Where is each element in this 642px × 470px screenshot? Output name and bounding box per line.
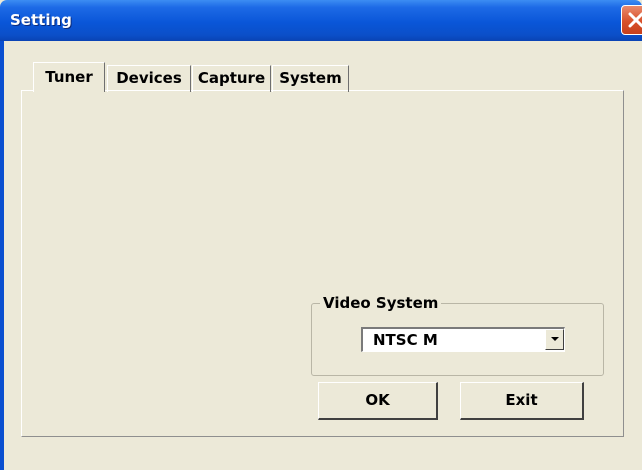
ok-button[interactable]: OK: [318, 382, 438, 420]
chevron-down-icon: [551, 337, 559, 341]
video-system-label: Video System: [320, 294, 442, 312]
title-bar[interactable]: Setting: [0, 0, 642, 41]
video-system-select[interactable]: NTSC M: [361, 327, 565, 352]
video-system-value: NTSC M: [373, 331, 438, 349]
tab-capture[interactable]: Capture: [192, 65, 271, 92]
tab-devices[interactable]: Devices: [107, 65, 191, 92]
close-button[interactable]: [621, 5, 642, 35]
exit-button[interactable]: Exit: [460, 382, 584, 420]
window-frame-left: [0, 41, 4, 470]
tab-system[interactable]: System: [272, 65, 349, 92]
window-title: Setting: [10, 11, 72, 29]
dropdown-button[interactable]: [545, 329, 564, 350]
close-icon: [628, 12, 642, 28]
tab-tuner[interactable]: Tuner: [33, 62, 105, 92]
setting-dialog: Setting Tuner Devices Capture System Vid…: [0, 0, 642, 470]
